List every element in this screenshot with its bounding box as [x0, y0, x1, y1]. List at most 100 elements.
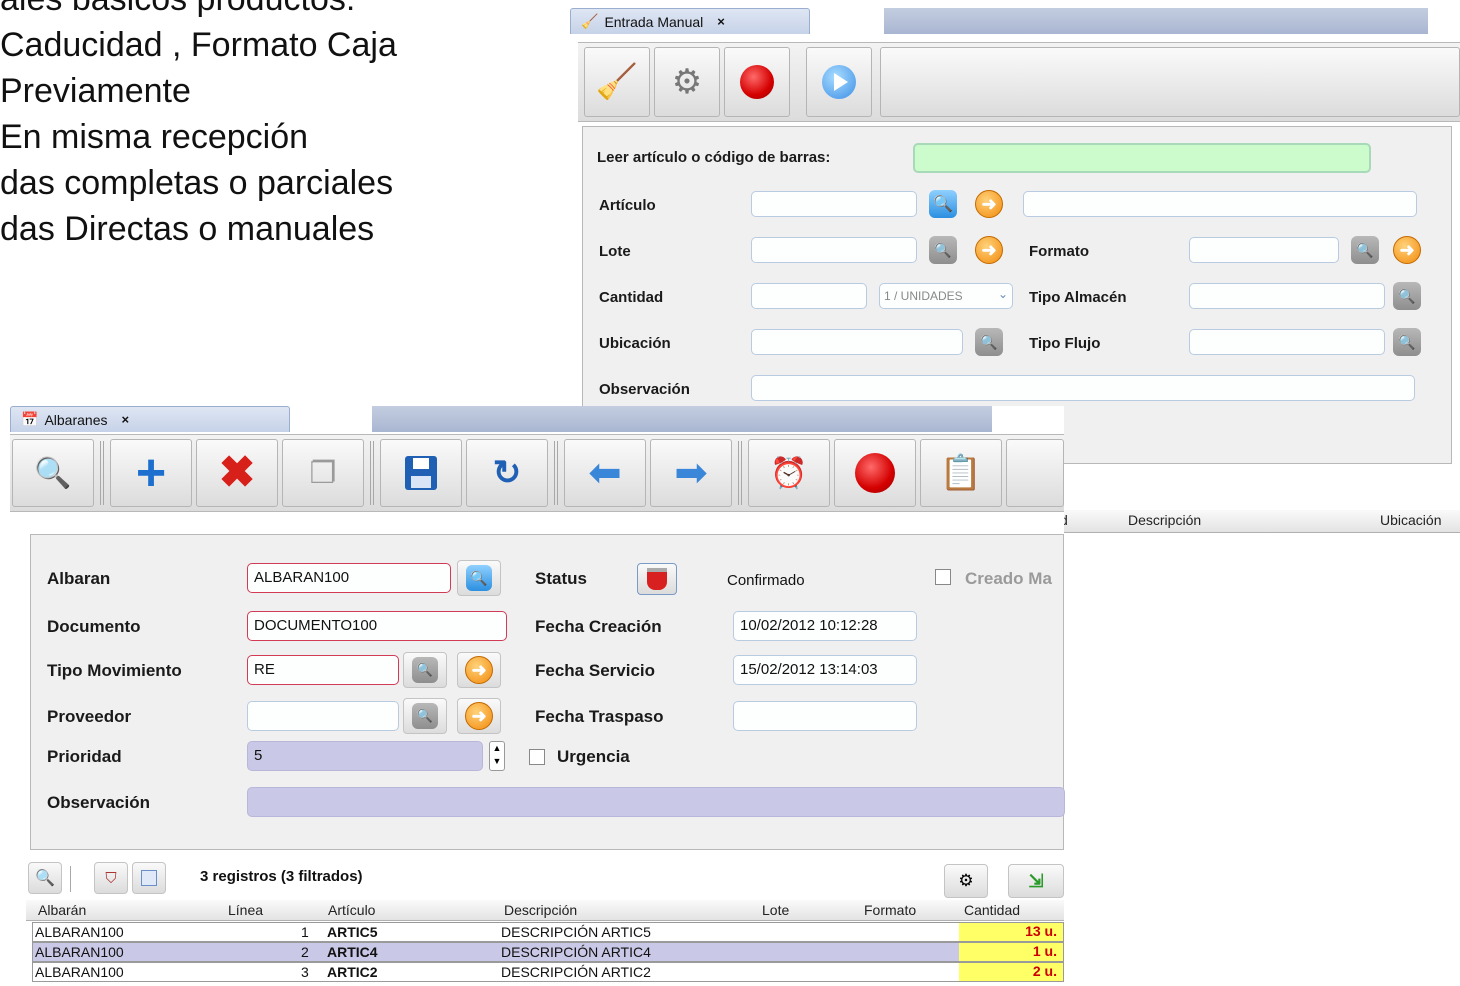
- cell-descripcion: DESCRIPCIÓN ARTIC4: [501, 944, 651, 960]
- search-tipo-movimiento-button[interactable]: 🔍: [403, 652, 447, 688]
- cell-albaran: ALBARAN100: [35, 964, 124, 980]
- search-icon: 🔍: [412, 657, 438, 683]
- grid-header-linea[interactable]: Línea: [228, 902, 263, 918]
- arrow-right-icon: ➜: [465, 702, 493, 730]
- fecha-creacion-input[interactable]: 10/02/2012 10:12:28: [733, 611, 917, 641]
- arrow-right-icon: ➜: [981, 193, 997, 214]
- cell-albaran: ALBARAN100: [35, 944, 124, 960]
- preview-button[interactable]: 🔍: [12, 439, 94, 507]
- settings-button[interactable]: ⚙: [654, 47, 720, 117]
- fecha-servicio-input[interactable]: 15/02/2012 13:14:03: [733, 655, 917, 685]
- add-button[interactable]: +: [110, 439, 192, 507]
- fecha-traspaso-input[interactable]: [733, 701, 917, 731]
- grid-header-descripcion[interactable]: Descripción: [504, 902, 577, 918]
- grid-header-cantidad[interactable]: Cantidad: [964, 902, 1020, 918]
- tipo-almacen-input[interactable]: [1189, 283, 1385, 309]
- search-articulo-button[interactable]: 🔍: [929, 190, 957, 218]
- broom-icon: 🧹: [595, 63, 639, 101]
- alarm-button[interactable]: ⏰: [748, 439, 830, 507]
- grid-header-formato[interactable]: Formato: [864, 902, 916, 918]
- search-icon: 🔍: [1398, 333, 1416, 350]
- barcode-input[interactable]: [913, 143, 1371, 173]
- grid-header-articulo[interactable]: Artículo: [328, 902, 375, 918]
- records-count: 3 registros (3 filtrados): [200, 868, 363, 885]
- documento-input[interactable]: DOCUMENTO100: [247, 611, 507, 641]
- tipo-flujo-input[interactable]: [1189, 329, 1385, 355]
- spinner-down-icon[interactable]: ▼: [490, 755, 504, 768]
- copy-button[interactable]: ❐: [282, 439, 364, 507]
- cell-articulo: ARTIC5: [327, 924, 378, 940]
- refresh-button[interactable]: ↻: [466, 439, 548, 507]
- table-row[interactable]: ALBARAN100 1 ARTIC5 DESCRIPCIÓN ARTIC5 1…: [32, 922, 1064, 942]
- toolbar-spacer: [1006, 439, 1064, 507]
- goto-tipo-movimiento-button[interactable]: ➜: [457, 652, 501, 688]
- goto-lote-button[interactable]: ➜: [975, 236, 1003, 264]
- search-tipo-almacen-button[interactable]: 🔍: [1393, 282, 1421, 310]
- table-row-selected[interactable]: ALBARAN100 2 ARTIC4 DESCRIPCIÓN ARTIC4 1…: [32, 942, 1064, 962]
- observacion-input[interactable]: [751, 375, 1415, 401]
- status-icon-button[interactable]: [637, 563, 677, 595]
- formato-input[interactable]: [1189, 237, 1339, 263]
- cantidad-label: Cantidad: [599, 289, 664, 306]
- ubicacion-input[interactable]: [751, 329, 963, 355]
- prioridad-input[interactable]: 5: [247, 741, 483, 771]
- search-icon: 🔍: [412, 703, 438, 729]
- table-row[interactable]: ALBARAN100 3 ARTIC2 DESCRIPCIÓN ARTIC2 2…: [32, 962, 1064, 982]
- cantidad-input[interactable]: [751, 283, 867, 309]
- search-formato-button[interactable]: 🔍: [1351, 236, 1379, 264]
- tab-entrada-manual[interactable]: 🧹 Entrada Manual ×: [570, 8, 810, 34]
- filter-button[interactable]: ⛉: [94, 862, 128, 894]
- search-albaran-button[interactable]: 🔍: [457, 560, 501, 596]
- save-button[interactable]: [380, 439, 462, 507]
- tipo-almacen-label: Tipo Almacén: [1029, 289, 1127, 306]
- tab-albaranes[interactable]: 📅 Albaranes ×: [10, 406, 290, 432]
- grid-header[interactable]: Descripción: [1128, 512, 1201, 528]
- search-proveedor-button[interactable]: 🔍: [403, 698, 447, 734]
- export-settings-button[interactable]: ⚙: [944, 864, 988, 898]
- clipboard-button[interactable]: 📋: [920, 439, 1002, 507]
- toolbar-separator: [738, 441, 742, 505]
- cell-cantidad: 1 u.: [959, 943, 1063, 961]
- previous-button[interactable]: ⬅: [564, 439, 646, 507]
- albaranes-form: Albaran ALBARAN100 🔍 Status Confirmado C…: [30, 534, 1065, 850]
- articulo-input[interactable]: [751, 191, 917, 217]
- creado-checkbox[interactable]: [935, 569, 951, 585]
- record-button[interactable]: [724, 47, 790, 117]
- tipo-movimiento-input[interactable]: RE: [247, 655, 399, 685]
- toolbar-separator: [70, 866, 72, 892]
- spinner-up-icon[interactable]: ▲: [490, 742, 504, 755]
- albaran-input[interactable]: ALBARAN100: [247, 563, 451, 593]
- lote-input[interactable]: [751, 237, 917, 263]
- play-button[interactable]: [806, 47, 872, 117]
- toolbar-separator: [554, 441, 558, 505]
- proveedor-input[interactable]: [247, 701, 399, 731]
- search-ubicacion-button[interactable]: 🔍: [975, 328, 1003, 356]
- export-excel-button[interactable]: ⇲: [1008, 864, 1064, 898]
- grid-header-lote[interactable]: Lote: [762, 902, 789, 918]
- grid-search-button[interactable]: 🔍: [28, 862, 62, 894]
- slide-line: das completas o parciales: [0, 164, 394, 202]
- proveedor-label: Proveedor: [47, 707, 132, 726]
- settings-sheet-icon: ⚙: [958, 871, 974, 890]
- columns-button[interactable]: [132, 862, 166, 894]
- search-lote-button[interactable]: 🔍: [929, 236, 957, 264]
- search-tipo-flujo-button[interactable]: 🔍: [1393, 328, 1421, 356]
- goto-proveedor-button[interactable]: ➜: [457, 698, 501, 734]
- clear-button[interactable]: 🧹: [584, 47, 650, 117]
- unit-select[interactable]: 1 / UNIDADES ⌄: [879, 283, 1013, 309]
- next-button[interactable]: ➡: [650, 439, 732, 507]
- goto-articulo-button[interactable]: ➜: [975, 190, 1003, 218]
- prioridad-spinner[interactable]: ▲ ▼: [489, 741, 505, 771]
- articulo-desc-input[interactable]: [1023, 191, 1417, 217]
- grid-header[interactable]: Ubicación: [1380, 512, 1441, 528]
- delete-button[interactable]: ✖: [196, 439, 278, 507]
- arrow-right-icon: ➜: [981, 239, 997, 260]
- close-icon[interactable]: ×: [121, 412, 129, 427]
- goto-formato-button[interactable]: ➜: [1393, 236, 1421, 264]
- record-button[interactable]: [834, 439, 916, 507]
- close-icon[interactable]: ×: [717, 14, 725, 29]
- grid-header-albaran[interactable]: Albarán: [38, 902, 86, 918]
- urgencia-checkbox[interactable]: [529, 749, 545, 765]
- cell-cantidad: 13 u.: [959, 923, 1063, 941]
- observacion-input[interactable]: [247, 787, 1065, 817]
